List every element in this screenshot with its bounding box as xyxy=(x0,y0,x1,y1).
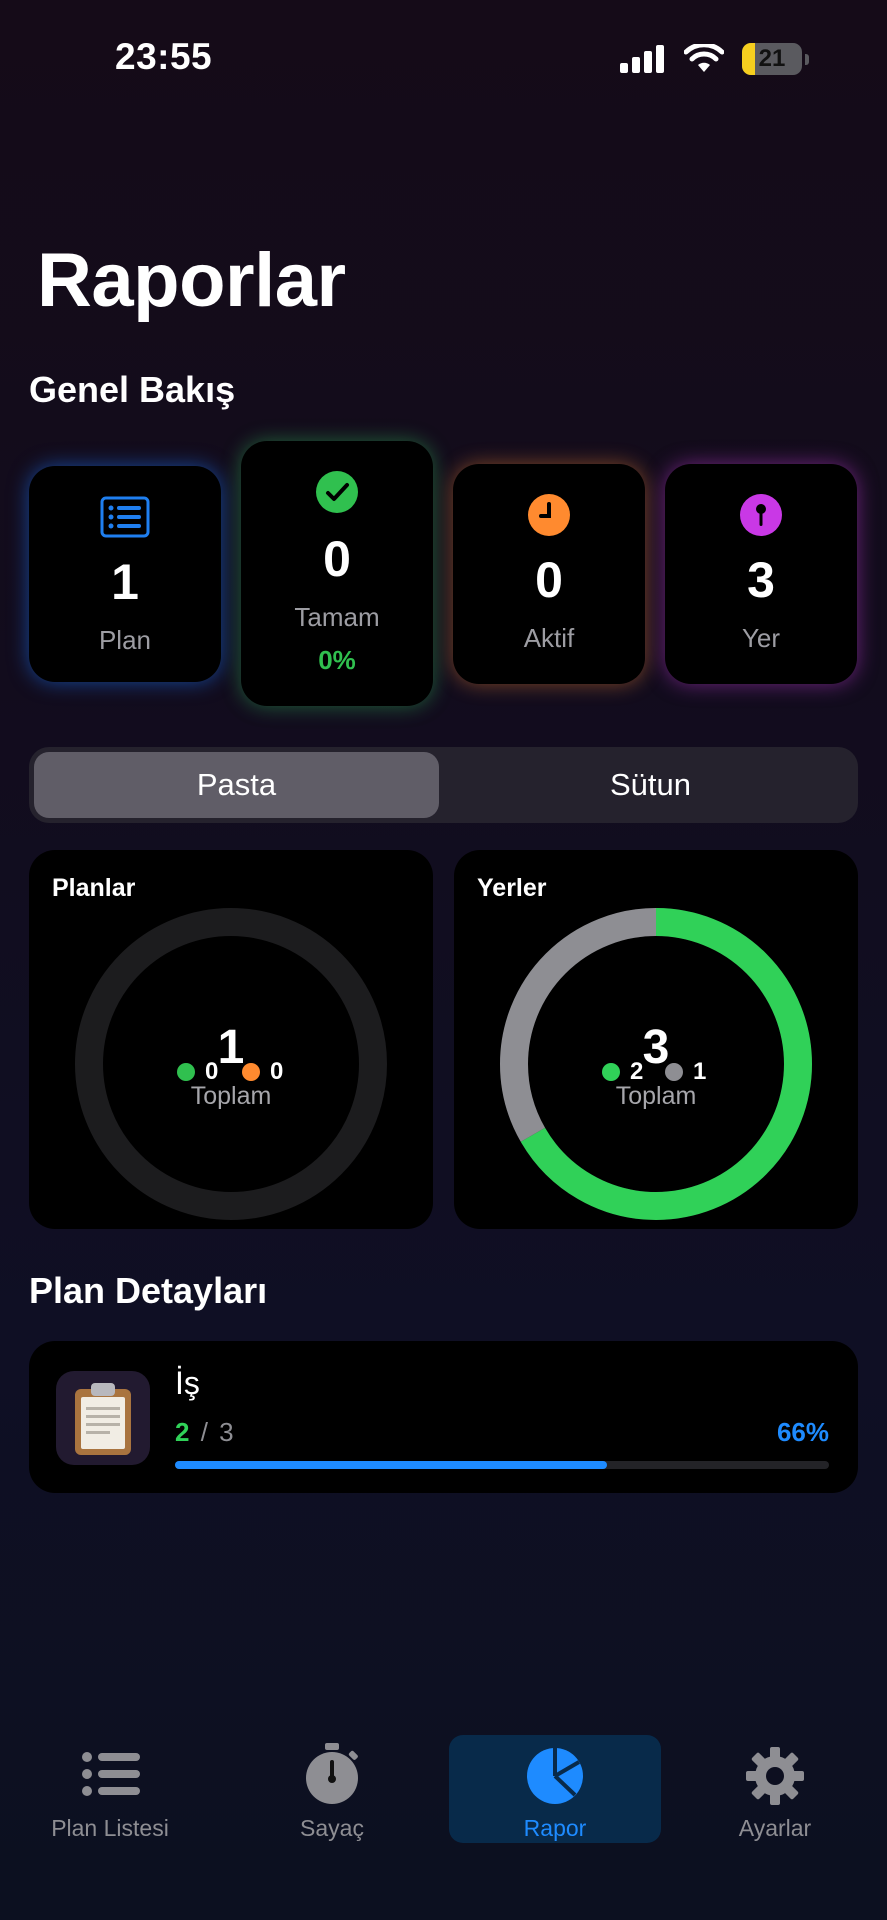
battery-indicator: 21 xyxy=(742,43,802,75)
stat-card-place[interactable]: 3 Yer xyxy=(665,464,857,684)
chart-total-label: Toplam xyxy=(190,1082,272,1110)
stat-card-plan[interactable]: 1 Plan xyxy=(29,466,221,682)
plan-name: İş xyxy=(175,1365,200,1401)
legend-active: 0 xyxy=(242,1058,283,1086)
segment-pie[interactable]: Pasta xyxy=(34,752,439,818)
legend-value: 2 xyxy=(630,1058,644,1085)
stat-value: 0 xyxy=(323,531,351,587)
tab-report[interactable]: Rapor xyxy=(449,1735,661,1843)
list-icon xyxy=(82,1752,140,1796)
segment-bar[interactable]: Sütun xyxy=(448,752,853,818)
pin-icon xyxy=(740,494,782,536)
tab-timer[interactable]: Sayaç xyxy=(226,1735,438,1843)
stat-card-done[interactable]: 0 Tamam 0% xyxy=(241,441,433,706)
battery-nub xyxy=(805,53,809,65)
legend-value: 0 xyxy=(205,1058,219,1085)
plan-thumbnail xyxy=(56,1371,150,1465)
stopwatch-icon xyxy=(306,1743,358,1804)
status-icons: 21 xyxy=(620,42,809,76)
status-time: 23:55 xyxy=(115,36,213,77)
stat-label: Aktif xyxy=(523,623,575,653)
clock-icon xyxy=(528,494,570,536)
chart-title: Planlar xyxy=(52,874,136,902)
tab-plan-list[interactable]: Plan Listesi xyxy=(4,1735,216,1843)
gear-icon xyxy=(746,1747,804,1805)
plan-percent: 66% xyxy=(776,1417,829,1447)
plan-done-count: 2 xyxy=(175,1417,190,1447)
plan-progress-fill xyxy=(175,1461,607,1469)
chart-total-label: Toplam xyxy=(615,1082,697,1110)
legend-remaining: 1 xyxy=(665,1058,706,1086)
stat-value: 0 xyxy=(535,552,563,608)
tab-label: Ayarlar xyxy=(738,1815,812,1841)
plan-total-count: 3 xyxy=(219,1417,234,1447)
stat-label: Tamam xyxy=(294,602,380,632)
legend-dot xyxy=(177,1063,195,1081)
chart-type-segmented-control: Pasta Sütun xyxy=(29,747,858,823)
count-separator: / xyxy=(200,1417,208,1447)
list-icon xyxy=(100,496,150,538)
pie-chart-icon xyxy=(527,1748,583,1804)
stat-label: Plan xyxy=(98,625,152,655)
stat-label: Yer xyxy=(741,623,781,653)
tab-label: Rapor xyxy=(523,1815,587,1841)
plan-row[interactable]: İş 2 / 3 66% xyxy=(29,1341,858,1493)
tab-label: Plan Listesi xyxy=(51,1815,169,1841)
wifi-icon xyxy=(684,44,724,72)
legend-dot xyxy=(242,1063,260,1081)
stat-value: 1 xyxy=(111,554,139,610)
checkmark-icon xyxy=(316,471,358,513)
legend-value: 0 xyxy=(270,1058,284,1085)
chart-title: Yerler xyxy=(477,874,547,902)
chart-card-plans: Planlar 1 Toplam 0 0 xyxy=(29,850,433,1229)
tab-settings[interactable]: Ayarlar xyxy=(669,1735,881,1843)
overview-title: Genel Bakış xyxy=(29,369,236,410)
page-title: Raporlar xyxy=(37,238,346,323)
stat-value: 3 xyxy=(747,552,775,608)
cellular-signal-icon xyxy=(620,45,664,73)
chart-card-places: Yerler 3 Toplam 2 1 xyxy=(454,850,858,1229)
clipboard-icon xyxy=(75,1383,131,1455)
legend-done: 0 xyxy=(177,1058,218,1086)
legend-dot xyxy=(665,1063,683,1081)
battery-percent: 21 xyxy=(758,45,786,72)
plan-details-title: Plan Detayları xyxy=(29,1270,268,1311)
plan-progress-count: 2 / 3 xyxy=(175,1417,234,1448)
tab-label: Sayaç xyxy=(300,1815,364,1841)
completion-percent: 0% xyxy=(318,645,356,675)
legend-dot xyxy=(602,1063,620,1081)
legend-value: 1 xyxy=(693,1058,707,1085)
legend-visited: 2 xyxy=(602,1058,643,1086)
plan-progress-bar xyxy=(175,1461,829,1469)
stat-card-active[interactable]: 0 Aktif xyxy=(453,464,645,684)
